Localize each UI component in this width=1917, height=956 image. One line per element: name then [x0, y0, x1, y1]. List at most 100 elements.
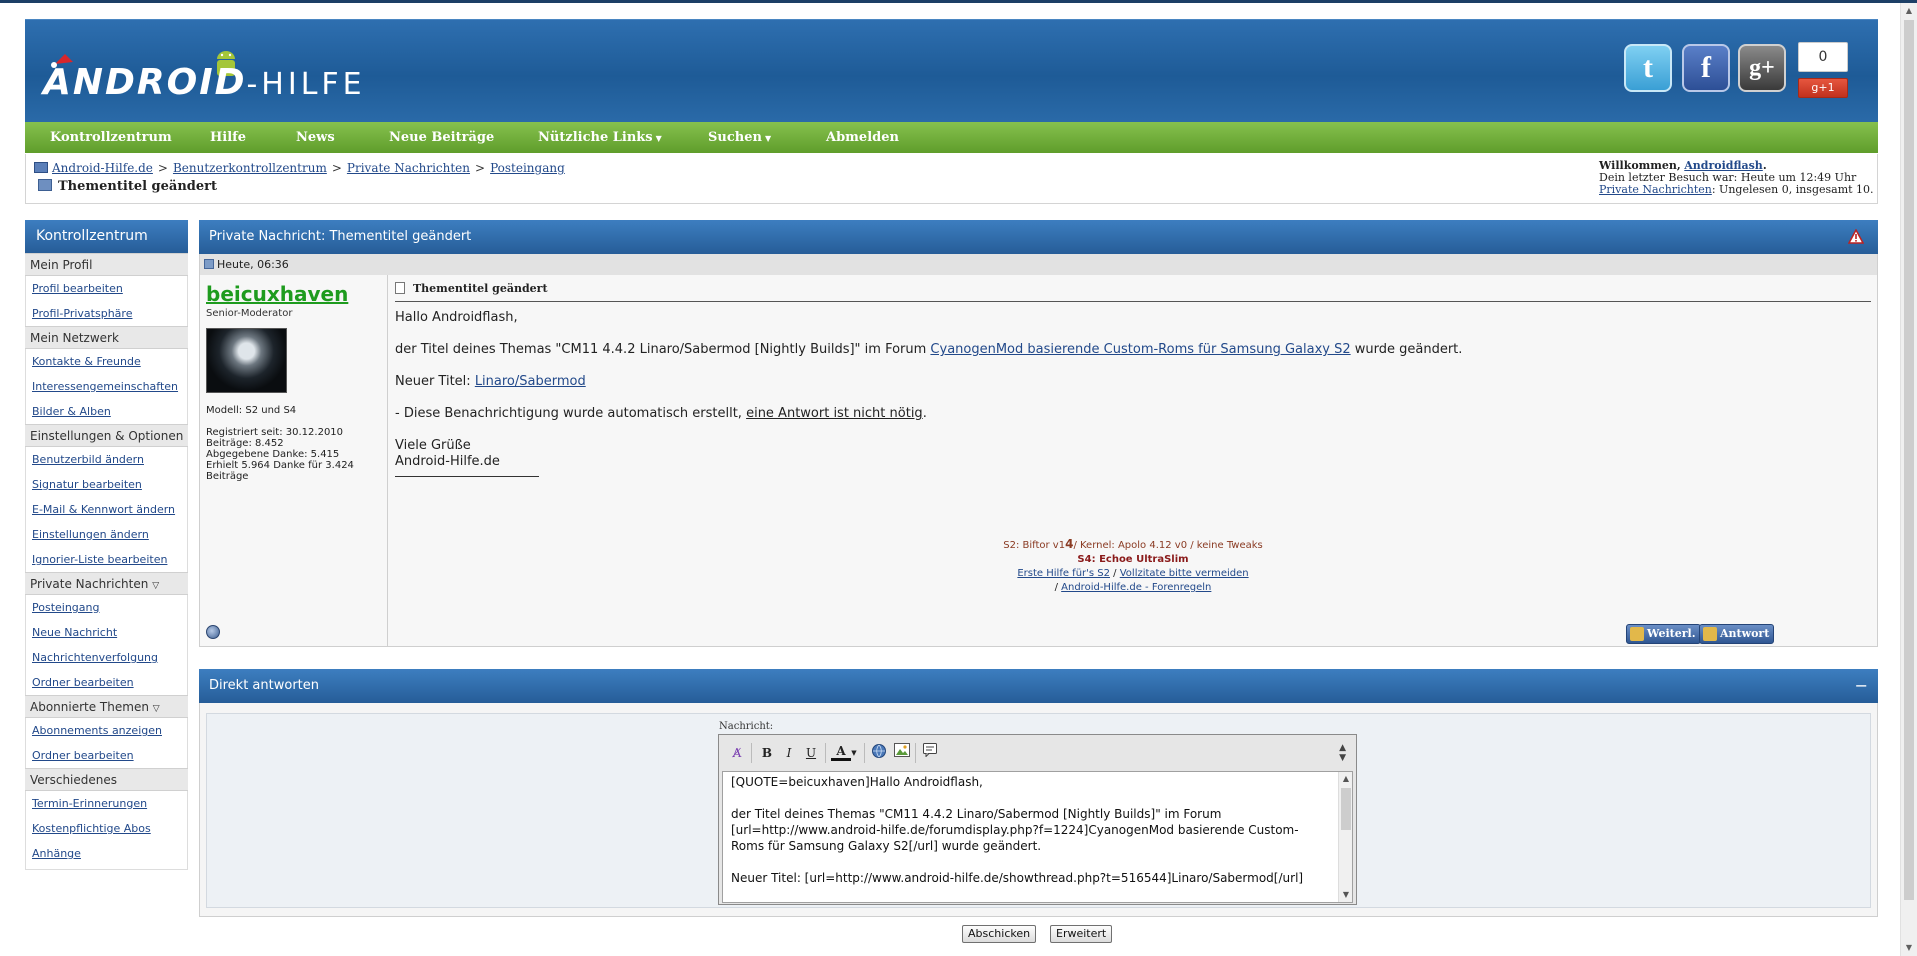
facebook-icon: f — [1701, 51, 1711, 84]
quote-icon[interactable] — [920, 743, 940, 763]
chevron-down-icon: ▽ — [152, 581, 160, 591]
main-navbar: Kontrollzentrum Hilfe News Neue Beiträge… — [25, 122, 1878, 153]
sidebar-link-interessengemeinschaften[interactable]: Interessengemeinschaften — [32, 380, 178, 393]
post-user-info: beicuxhaven Senior-Moderator Modell: S2 … — [200, 275, 388, 646]
sidebar-link-profil-privatsphaere[interactable]: Profil-Privatsphäre — [32, 307, 132, 320]
sidebar-link-nachrichtenverfolgung[interactable]: Nachrichtenverfolgung — [32, 651, 158, 664]
sig-link-vollzitate[interactable]: Vollzitate bitte vermeiden — [1120, 568, 1249, 579]
reply-icon — [1703, 627, 1717, 641]
nav-hilfe[interactable]: Hilfe — [210, 122, 246, 153]
breadcrumb-link-home[interactable]: Android-Hilfe.de — [52, 161, 153, 175]
sidebar-item: Kontakte & Freunde — [25, 349, 188, 374]
forum-home-icon[interactable] — [34, 162, 48, 173]
breadcrumb: Android-Hilfe.de > Benutzerkontrollzentrum… — [34, 161, 565, 175]
nav-nuetzliche-links[interactable]: Nützliche Links ▼ — [538, 122, 662, 153]
breadcrumb-box: Android-Hilfe.de > Benutzerkontrollzentrum… — [25, 154, 1878, 204]
nav-kontrollzentrum[interactable]: Kontrollzentrum — [50, 122, 172, 153]
sidebar-item: Bilder & Alben — [25, 399, 188, 424]
sidebar-link-benutzerbild[interactable]: Benutzerbild ändern — [32, 453, 144, 466]
sidebar-item: Anhänge — [25, 841, 188, 866]
usercp-sidebar: Kontrollzentrum Mein Profil Profil bearb… — [25, 220, 188, 870]
sidebar-link-ordner-bearbeiten-pm[interactable]: Ordner bearbeiten — [32, 676, 134, 689]
sidebar-bottom — [25, 866, 188, 870]
scroll-down-icon[interactable]: ▼ — [1901, 940, 1917, 956]
bold-icon[interactable]: B — [757, 743, 777, 763]
nav-neue-beitraege[interactable]: Neue Beiträge — [389, 122, 494, 153]
chevron-down-icon: ▼ — [655, 133, 662, 143]
signature-links: Erste Hilfe für's S2 / Vollzitate bitte … — [1017, 568, 1249, 579]
toolbar-separator — [915, 743, 916, 763]
sidebar-link-kontakte[interactable]: Kontakte & Freunde — [32, 355, 141, 368]
sig-link-erste-hilfe[interactable]: Erste Hilfe für's S2 — [1017, 568, 1110, 579]
sidebar-link-email-kennwort[interactable]: E-Mail & Kennwort ändern — [32, 503, 175, 516]
sidebar-title: Kontrollzentrum — [25, 220, 188, 253]
sidebar-link-signatur[interactable]: Signatur bearbeiten — [32, 478, 142, 491]
gplus-one-button[interactable]: g+1 — [1798, 78, 1848, 98]
sidebar-link-posteingang[interactable]: Posteingang — [32, 601, 100, 614]
image-icon[interactable] — [892, 743, 912, 763]
thread-link[interactable]: Linaro/Sabermod — [475, 374, 586, 389]
user-status-icon[interactable] — [206, 625, 220, 639]
sidebar-link-kostenpflichtige-abos[interactable]: Kostenpflichtige Abos — [32, 822, 151, 835]
page-scroll-thumb[interactable] — [1904, 20, 1914, 900]
sidebar-link-profil-bearbeiten[interactable]: Profil bearbeiten — [32, 282, 123, 295]
scroll-up-icon[interactable]: ▲ — [1339, 772, 1353, 786]
post-content: Thementitel geändert Hallo Androidflash,… — [389, 275, 1877, 646]
google-plus-button[interactable]: g+ — [1738, 44, 1786, 92]
link-icon[interactable] — [869, 743, 889, 763]
message-textarea[interactable]: [QUOTE=beicuxhaven]Hallo Androidflash, d… — [722, 771, 1353, 903]
editor-scrollbar[interactable]: ▲ ▼ — [1338, 772, 1352, 902]
site-logo[interactable]: ANDROID-HILFE — [43, 48, 362, 108]
nav-suchen[interactable]: Suchen ▼ — [708, 122, 771, 153]
font-color-icon[interactable]: A — [831, 743, 851, 761]
forum-link[interactable]: CyanogenMod basierende Custom-Roms für S… — [930, 342, 1350, 357]
sig-link-forenregeln[interactable]: Android-Hilfe.de - Forenregeln — [1061, 582, 1211, 593]
collapse-button[interactable]: − — [1855, 669, 1868, 703]
post-username[interactable]: beicuxhaven — [206, 282, 381, 306]
avatar[interactable] — [206, 328, 287, 393]
reply-button[interactable]: Antwort — [1699, 624, 1775, 644]
submit-button[interactable]: Abschicken — [962, 925, 1037, 943]
sidebar-link-ignorier-liste[interactable]: Ignorier-Liste bearbeiten — [32, 553, 167, 566]
remove-format-icon[interactable]: A̸ — [727, 743, 747, 763]
sidebar-link-neue-nachricht[interactable]: Neue Nachricht — [32, 626, 117, 639]
nav-news[interactable]: News — [296, 122, 335, 153]
sidebar-group-collapsible[interactable]: Private Nachrichten ▽ — [25, 572, 188, 595]
sidebar-item: Benutzerbild ändern — [25, 447, 188, 472]
sidebar-item: Neue Nachricht — [25, 620, 188, 645]
editor-scroll-thumb[interactable] — [1341, 788, 1351, 830]
sidebar-link-einstellungen[interactable]: Einstellungen ändern — [32, 528, 149, 541]
scroll-up-icon[interactable]: ▲ — [1901, 3, 1917, 19]
post-line-3: - Diese Benachrichtigung wurde automatis… — [395, 406, 927, 421]
toolbar-separator — [864, 743, 865, 763]
sidebar-link-abonnements[interactable]: Abonnements anzeigen — [32, 724, 162, 737]
breadcrumb-link-inbox[interactable]: Posteingang — [490, 161, 565, 175]
sidebar-link-ordner-bearbeiten-abos[interactable]: Ordner bearbeiten — [32, 749, 134, 762]
sidebar-group-collapsible[interactable]: Abonnierte Themen ▽ — [25, 695, 188, 718]
quick-reply-header: Direkt antworten − — [199, 669, 1878, 703]
sidebar-link-bilder-alben[interactable]: Bilder & Alben — [32, 405, 111, 418]
breadcrumb-link-usercp[interactable]: Benutzerkontrollzentrum — [173, 161, 327, 175]
welcome-pm-link[interactable]: Private Nachrichten — [1599, 183, 1712, 196]
sidebar-link-anhaenge[interactable]: Anhänge — [32, 847, 81, 860]
site-header: ANDROID-HILFE t f g+ 0 g+1 — [25, 19, 1878, 122]
twitter-button[interactable]: t — [1624, 44, 1672, 92]
post-closing: Viele Grüße Android-Hilfe.de — [395, 438, 500, 469]
nav-abmelden[interactable]: Abmelden — [826, 122, 899, 153]
post-body: Hallo Androidflash, der Titel deines The… — [395, 310, 1871, 477]
sidebar-link-termin-erinnerungen[interactable]: Termin-Erinnerungen — [32, 797, 147, 810]
advanced-button[interactable]: Erweitert — [1050, 925, 1113, 943]
facebook-button[interactable]: f — [1682, 44, 1730, 92]
report-warning-icon[interactable] — [1848, 229, 1864, 244]
sidebar-item: Profil bearbeiten — [25, 276, 188, 301]
chevron-down-icon[interactable]: ▼ — [849, 743, 859, 763]
breadcrumb-link-pm[interactable]: Private Nachrichten — [347, 161, 470, 175]
toolbar-expand-icon[interactable]: ▲ ▼ — [1339, 743, 1346, 763]
page-scrollbar[interactable]: ▲ ▼ — [1900, 3, 1917, 956]
google-plus-icon: g+ — [1749, 55, 1775, 81]
underline-icon[interactable]: U — [801, 743, 821, 763]
italic-icon[interactable]: I — [779, 743, 799, 763]
scroll-down-icon[interactable]: ▼ — [1339, 888, 1353, 902]
sidebar-item: Abonnements anzeigen — [25, 718, 188, 743]
forward-button[interactable]: Weiterl. — [1626, 624, 1701, 644]
